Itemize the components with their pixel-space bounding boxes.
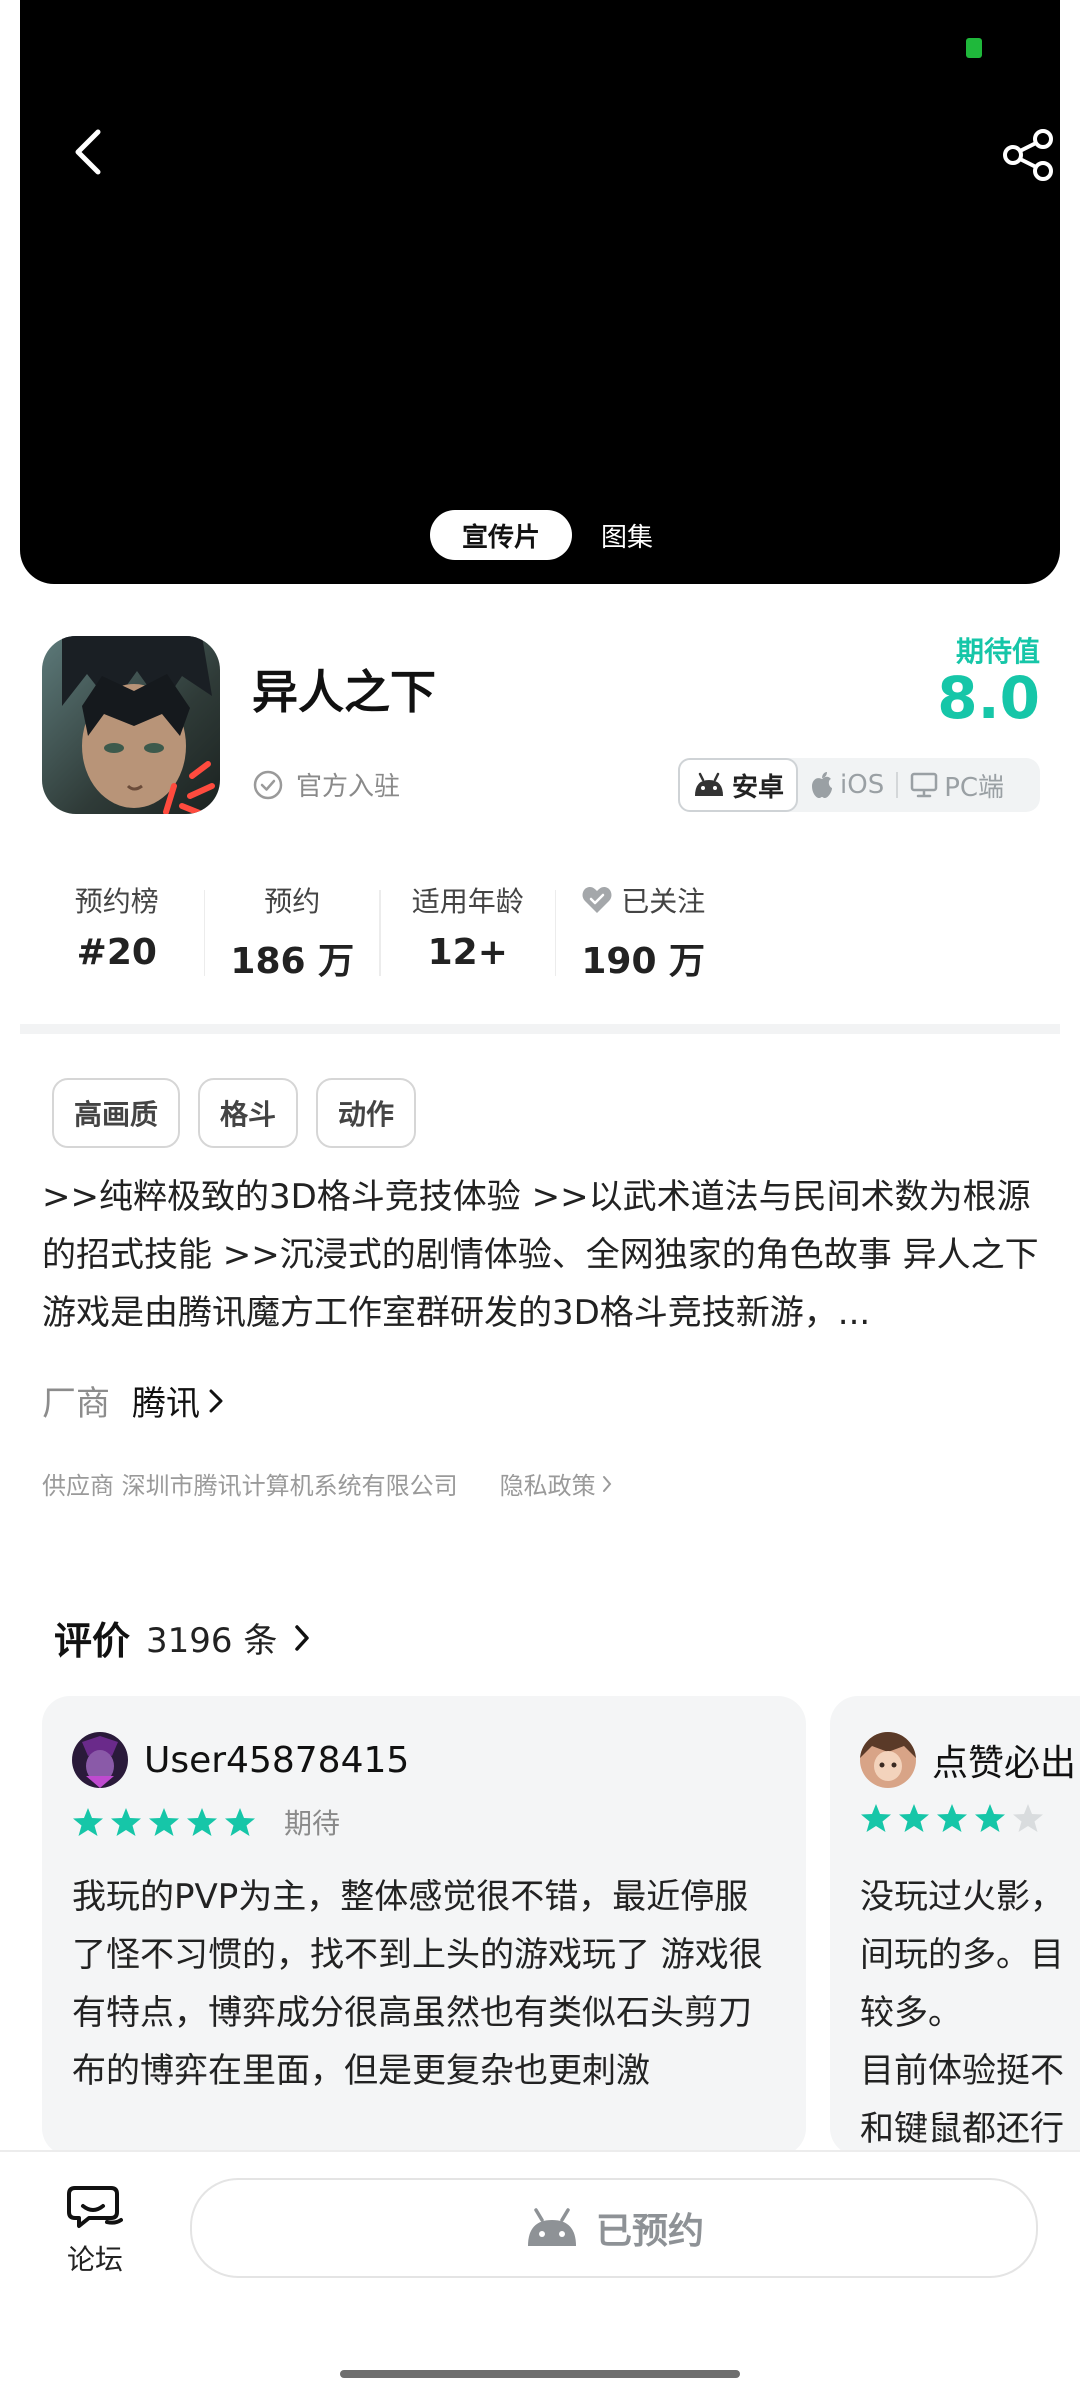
official-badge: 官方入驻 bbox=[252, 766, 400, 803]
review-card[interactable]: User45878415 期待 我玩的PVP为主，整体感觉很不错，最近停服了怪不… bbox=[42, 1696, 806, 2156]
avatar bbox=[860, 1732, 916, 1788]
review-line: 目前体验挺不 bbox=[860, 2051, 1064, 2091]
review-user: 点赞必出 bbox=[860, 1732, 1076, 1788]
star-icon bbox=[975, 1804, 1005, 1832]
vendor-value: 腾讯 bbox=[132, 1376, 224, 1425]
back-button[interactable] bbox=[62, 122, 112, 182]
chevron-right-icon bbox=[602, 1475, 611, 1492]
tag-item[interactable]: 高画质 bbox=[52, 1078, 181, 1148]
media-tabs: 宣传片 图集 bbox=[430, 510, 682, 560]
supplier-text: 供应商 深圳市腾讯计算机系统有限公司 bbox=[42, 1472, 458, 1500]
privacy-label: 隐私政策 bbox=[499, 1472, 596, 1500]
review-line: 没玩过火影， bbox=[860, 1877, 1064, 1917]
reviews-header[interactable]: 评价 3196 条 bbox=[54, 1610, 311, 1665]
star-icon bbox=[899, 1804, 929, 1832]
check-circle-icon bbox=[253, 770, 283, 799]
section-divider bbox=[20, 1024, 1060, 1034]
game-icon-image bbox=[42, 636, 220, 814]
apple-icon bbox=[812, 772, 833, 798]
stat-label: 预约榜 bbox=[74, 885, 159, 918]
platform-android-label: 安卓 bbox=[732, 772, 785, 803]
stat-label-text: 已关注 bbox=[621, 885, 706, 918]
stat-followed[interactable]: 已关注 190 万 bbox=[556, 878, 730, 988]
reviews-title: 评价 bbox=[54, 1619, 131, 1663]
star-icon bbox=[149, 1808, 179, 1836]
review-user: User45878415 bbox=[72, 1732, 409, 1788]
star-icon bbox=[937, 1804, 967, 1832]
stat-reserve-rank[interactable]: 预约榜 #20 bbox=[30, 878, 204, 988]
platform-android[interactable]: 安卓 bbox=[678, 758, 799, 812]
android-icon bbox=[695, 772, 723, 796]
game-description[interactable]: >>纯粹极致的3D格斗竞技体验 >>以武术道法与民间术数为根源的招式技能 >>沉… bbox=[42, 1168, 1040, 1342]
tag-item[interactable]: 动作 bbox=[316, 1078, 417, 1148]
promo-video[interactable]: 宣传片 图集 bbox=[20, 0, 1060, 584]
review-username: 点赞必出 bbox=[932, 1743, 1077, 1784]
forum-label: 论坛 bbox=[66, 2243, 123, 2276]
stat-label: 已关注 bbox=[581, 878, 705, 922]
review-rating: 期待 bbox=[72, 1802, 340, 1842]
stats-row: 预约榜 #20 预约 186 万 适用年龄 12+ 已关注 190 万 bbox=[30, 878, 730, 988]
chat-bubble-icon bbox=[67, 2186, 123, 2228]
review-text: 我玩的PVP为主，整体感觉很不错，最近停服了怪不习惯的，找不到上头的游戏玩了 游… bbox=[72, 1877, 763, 2091]
share-button[interactable] bbox=[994, 120, 1060, 190]
bottom-action-bar: 论坛 已预约 bbox=[0, 2150, 1080, 2402]
tab-gallery[interactable]: 图集 bbox=[572, 510, 682, 560]
stat-label: 适用年龄 bbox=[411, 885, 524, 918]
vendor-row[interactable]: 厂商 腾讯 bbox=[42, 1376, 224, 1425]
home-indicator[interactable] bbox=[340, 2370, 740, 2378]
review-text: 没玩过火影， 间玩的多。目 较多。 目前体验挺不 和键鼠都还行 bbox=[860, 1868, 1080, 2156]
reserved-button[interactable]: 已预约 bbox=[190, 2178, 1038, 2278]
vendor-key: 厂商 bbox=[42, 1384, 110, 1424]
heart-icon bbox=[582, 887, 612, 913]
tag-list: 高画质 格斗 动作 bbox=[52, 1078, 417, 1148]
platform-pc-label: PC端 bbox=[944, 772, 1005, 803]
android-icon bbox=[527, 2208, 576, 2246]
chevron-right-icon bbox=[295, 1624, 310, 1651]
stat-value: #20 bbox=[76, 932, 157, 973]
star-icon bbox=[111, 1808, 141, 1836]
monitor-icon bbox=[910, 772, 938, 798]
star-icon bbox=[73, 1808, 103, 1836]
rating-label: 期待 bbox=[284, 1807, 341, 1840]
platform-switcher: 安卓 iOS PC端 bbox=[678, 758, 1040, 812]
tab-promo-video[interactable]: 宣传片 bbox=[430, 510, 572, 560]
star-icon bbox=[187, 1808, 217, 1836]
review-line: 间玩的多。目 bbox=[860, 1935, 1064, 1975]
review-card[interactable]: 点赞必出 没玩过火影， 间玩的多。目 较多。 目前体验挺不 和键鼠都还行 bbox=[830, 1696, 1080, 2156]
chevron-left-icon bbox=[75, 129, 101, 175]
avatar bbox=[72, 1732, 128, 1788]
supplier-row: 供应商 深圳市腾讯计算机系统有限公司 隐私政策 bbox=[42, 1466, 612, 1501]
review-line: 较多。 bbox=[860, 1993, 962, 2033]
star-icon bbox=[225, 1808, 255, 1836]
review-rating bbox=[860, 1802, 1044, 1834]
platform-ios-label: iOS bbox=[840, 770, 885, 800]
forum-button[interactable]: 论坛 bbox=[60, 2182, 130, 2278]
status-indicator bbox=[966, 38, 982, 58]
privacy-link[interactable]: 隐私政策 bbox=[500, 1466, 612, 1501]
chevron-right-icon bbox=[209, 1389, 223, 1412]
stat-value: 12+ bbox=[427, 932, 508, 973]
review-username: User45878415 bbox=[144, 1739, 410, 1781]
expect-value: 8.0 bbox=[937, 664, 1040, 732]
official-label: 官方入驻 bbox=[296, 772, 401, 802]
star-empty-icon bbox=[1013, 1804, 1043, 1832]
stat-value: 190 万 bbox=[581, 941, 706, 982]
stat-reservations: 预约 186 万 bbox=[205, 878, 379, 988]
reviews-count: 3196 条 bbox=[146, 1621, 278, 1661]
stat-age-rating: 适用年龄 12+ bbox=[381, 878, 555, 988]
vendor-name: 腾讯 bbox=[132, 1384, 200, 1424]
stat-value: 186 万 bbox=[230, 941, 355, 982]
game-title: 异人之下 bbox=[252, 665, 436, 719]
platform-pc[interactable]: PC端 bbox=[898, 758, 1016, 812]
review-line: 和键鼠都还行 bbox=[860, 2109, 1064, 2149]
reserved-label: 已预约 bbox=[595, 2211, 704, 2252]
share-icon bbox=[1003, 129, 1053, 181]
platform-ios[interactable]: iOS bbox=[798, 758, 896, 812]
tag-item[interactable]: 格斗 bbox=[198, 1078, 299, 1148]
star-icon bbox=[861, 1804, 891, 1832]
stat-label: 预约 bbox=[264, 885, 321, 918]
